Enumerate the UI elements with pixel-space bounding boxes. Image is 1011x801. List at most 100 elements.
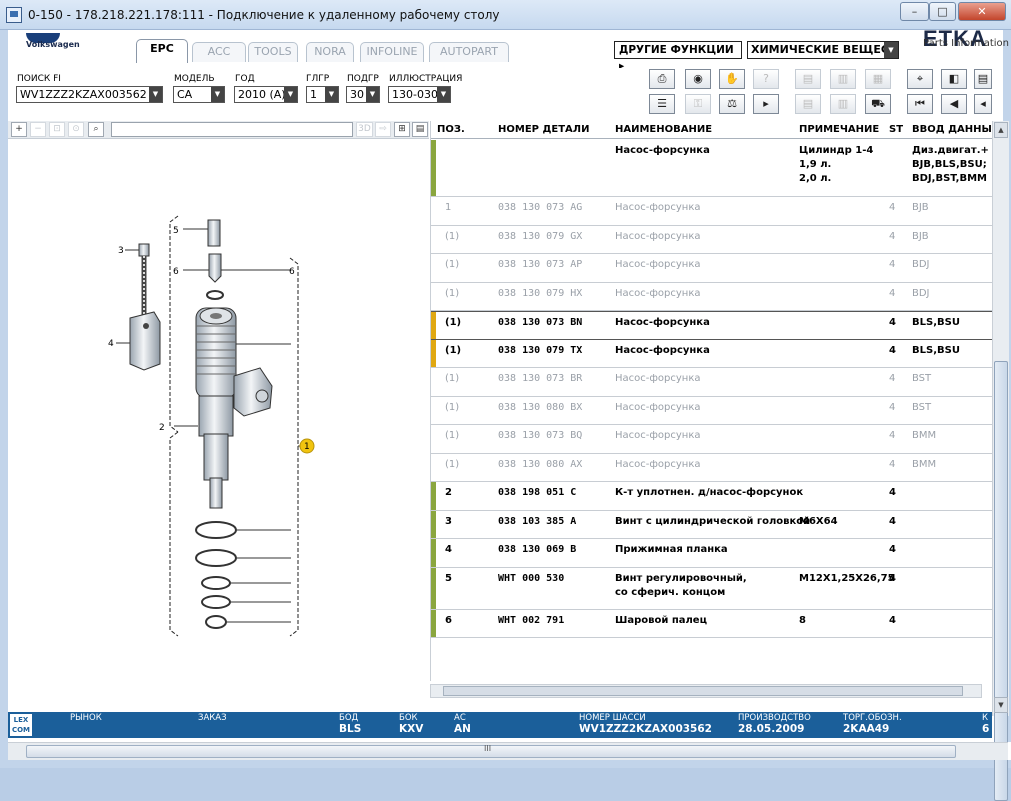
scroll-thumb[interactable]	[994, 361, 1008, 801]
parts-illustration[interactable]: 3 4 5 6 6 2 1	[8, 140, 429, 712]
query-icon[interactable]: ?	[753, 69, 779, 89]
other-functions-button[interactable]: ДРУГИЕ ФУНКЦИИ ▸	[614, 41, 742, 72]
table-row[interactable]: 6 WHT 002 791 Шаровой палец 8 4	[431, 609, 992, 638]
chemicals-select[interactable]: ХИМИЧЕСКИЕ ВЕЩЕСТВА ▼	[747, 41, 899, 59]
cell-part-number: 038 198 051 C	[498, 487, 577, 498]
erwin-icon[interactable]: ▥	[830, 69, 856, 89]
cell-pos: 2	[445, 487, 452, 498]
prev-page-icon[interactable]: ◧	[941, 69, 967, 89]
chevron-down-icon[interactable]: ▼	[325, 87, 338, 102]
callout-1[interactable]: 1	[304, 442, 310, 452]
col-st[interactable]: ST	[889, 124, 903, 135]
zoom-fit-icon[interactable]: ⊡	[49, 122, 65, 137]
table-row[interactable]: (1) 038 130 079 GX Насос-форсунка 4 BJB	[431, 226, 992, 254]
table-row[interactable]: 2 038 198 051 C К-т уплотнен. д/насос-форс…	[431, 482, 992, 511]
cart-icon[interactable]: ⛟	[865, 94, 891, 114]
row-status-bar	[431, 312, 436, 339]
col-pos[interactable]: ПОЗ.	[437, 124, 465, 135]
cell-name: Насос-форсунка	[615, 202, 701, 213]
close-button[interactable]: ✕	[958, 2, 1006, 21]
chevron-down-icon[interactable]: ▼	[149, 87, 162, 102]
table-row[interactable]: (1) 038 130 073 AP Насос-форсунка 4 BDJ	[431, 254, 992, 283]
table-row[interactable]: 1 038 130 073 AG Насос-форсунка 4 BJB	[431, 197, 992, 226]
vertical-scrollbar[interactable]: ▲ ▼	[992, 121, 1009, 801]
k-value: 6	[982, 723, 990, 735]
callout-6[interactable]: 6	[173, 267, 179, 277]
handshake-icon[interactable]: ✋	[719, 69, 745, 89]
col-part-number[interactable]: НОМЕР ДЕТАЛИ	[498, 124, 589, 135]
printer-icon[interactable]: ⎙	[649, 69, 675, 89]
year-select[interactable]: 2010 (A) ▼	[234, 86, 298, 103]
3d-icon[interactable]: 3D	[356, 122, 373, 137]
main-group-select[interactable]: 1 ▼	[306, 86, 339, 103]
prev-icon[interactable]: ◂	[974, 94, 992, 114]
disc-icon[interactable]: ◉	[685, 69, 711, 89]
table-row[interactable]: (1) 038 130 073 BN Насос-форсунка 4 BLS,BSU	[431, 311, 992, 340]
minimize-button[interactable]: –	[900, 2, 929, 21]
table-row[interactable]: 4 038 130 069 B Прижимная планка 4	[431, 539, 992, 568]
magnifier-icon[interactable]: ⌕	[88, 122, 104, 137]
brand-label: Volkswagen	[26, 40, 80, 49]
scroll-up-icon[interactable]: ▲	[994, 122, 1008, 138]
chevron-down-icon[interactable]: ▼	[884, 42, 898, 58]
col-data[interactable]: ВВОД ДАННЫХ	[912, 124, 992, 135]
table-row[interactable]: 3 038 103 385 A Винт с цилиндрической голо…	[431, 510, 992, 539]
illustration-select[interactable]: 130-030 ▼	[388, 86, 451, 103]
tab-nora[interactable]: NORA	[306, 42, 354, 62]
search-fi-select[interactable]: WV1ZZZ2KZAX003562 ▼	[16, 86, 163, 103]
layout-icon[interactable]: ▤	[412, 122, 428, 137]
dispo-icon[interactable]: ▥	[830, 94, 856, 114]
scroll-down-icon[interactable]: ▼	[994, 697, 1008, 713]
zoom-in-icon[interactable]: +	[11, 122, 27, 137]
list-icon[interactable]: ☰	[649, 94, 675, 114]
tab-autopart[interactable]: AUTOPART	[429, 42, 509, 62]
scale-icon[interactable]: ⚖	[719, 94, 745, 114]
elsa2-icon[interactable]: ▤	[795, 94, 821, 114]
callout-4[interactable]: 4	[108, 339, 114, 349]
table-row[interactable]: (1) 038 130 079 TX Насос-форсунка 4 BLS,BSU	[431, 339, 992, 368]
elsa-icon[interactable]: ▤	[795, 69, 821, 89]
callout-3[interactable]: 3	[118, 246, 124, 256]
callout-2[interactable]: 2	[159, 423, 165, 433]
zoom-out-icon[interactable]: −	[30, 122, 46, 137]
tab-epc[interactable]: EPC	[136, 39, 188, 63]
calc-icon[interactable]: ▦	[865, 69, 891, 89]
table-row[interactable]: (1) 038 130 080 AX Насос-форсунка 4 BMM	[431, 454, 992, 482]
table-row[interactable]: (1) 038 130 080 BX Насос-форсунка 4 BST	[431, 397, 992, 425]
table-row[interactable]: (1) 038 130 073 BQ Насос-форсунка 4 BMM	[431, 425, 992, 454]
first-icon[interactable]: ⏮	[907, 94, 933, 114]
back-icon[interactable]: ◀	[941, 94, 967, 114]
chevron-down-icon[interactable]: ▼	[211, 87, 224, 102]
sub-group-select[interactable]: 30 ▼	[346, 86, 380, 103]
drawing-search-input[interactable]	[111, 122, 353, 137]
table-row[interactable]: (1) 038 130 079 HX Насос-форсунка 4 BDJ	[431, 283, 992, 311]
callout-6b[interactable]: 6	[289, 267, 295, 277]
table-horizontal-scrollbar[interactable]	[430, 684, 982, 698]
chevron-down-icon[interactable]: ▼	[366, 87, 379, 102]
table-row[interactable]: (1) 038 130 073 BR Насос-форсунка 4 BST	[431, 368, 992, 397]
callout-5[interactable]: 5	[173, 226, 179, 236]
maximize-button[interactable]: □	[929, 2, 956, 21]
col-note[interactable]: ПРИМЕЧАНИЕ	[799, 124, 879, 135]
cell-name: Насос-форсунка	[615, 317, 710, 328]
play-icon[interactable]: ▸	[753, 94, 779, 114]
table-row[interactable]: 5 WHT 000 530 Винт регулировочный, со сфер…	[431, 567, 992, 610]
col-name[interactable]: НАИМЕНОВАНИЕ	[615, 124, 712, 135]
pin-icon[interactable]: ⌖	[907, 69, 933, 89]
main-group-value: 1	[310, 88, 317, 101]
h-scroll-thumb[interactable]	[443, 686, 963, 696]
chevron-down-icon[interactable]: ▼	[437, 87, 450, 102]
tab-tools[interactable]: TOOLS	[248, 42, 298, 62]
page-icon[interactable]: ▤	[974, 69, 992, 89]
table-row[interactable]: Насос-форсунка Цилиндр 1-4 1,9 л. 2,0 л. Д…	[431, 140, 992, 197]
year-value: 2010 (A)	[238, 88, 286, 101]
zoom-reset-icon[interactable]: ⊙	[68, 122, 84, 137]
key-icon[interactable]: ⚿	[685, 94, 711, 114]
tab-infoline[interactable]: INFOLINE	[360, 42, 424, 62]
model-select[interactable]: CA ▼	[173, 86, 225, 103]
split-view-icon[interactable]: ⊞	[394, 122, 410, 137]
window-horizontal-scrollbar[interactable]: III	[8, 742, 1008, 760]
chevron-down-icon[interactable]: ▼	[284, 87, 297, 102]
tab-acc[interactable]: ACC	[192, 42, 246, 62]
export-icon[interactable]: ⇨	[375, 122, 391, 137]
